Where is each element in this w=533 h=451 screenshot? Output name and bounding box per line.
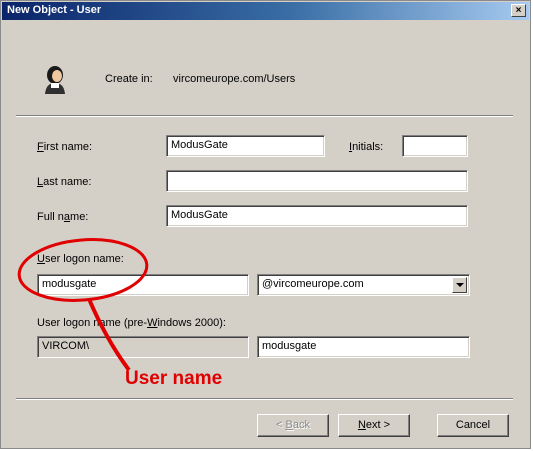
annotation-circle [17,238,149,372]
pre2000-logon-field[interactable]: modusgate [257,336,470,358]
initials-label: Initials: [349,141,383,153]
close-button[interactable]: × [511,4,526,17]
back-button-rest: ack [292,419,310,431]
initials-field[interactable] [402,135,468,157]
first-name-label-text: irst name: [43,141,93,153]
upn-suffix-value: @vircomeurope.com [262,278,364,290]
upn-suffix-dropdown[interactable]: @vircomeurope.com [257,274,470,296]
create-in-value: vircomeurope.com/Users [173,73,296,85]
first-name-label: First name: [37,141,92,153]
separator [16,115,513,117]
last-name-field[interactable] [166,170,468,192]
last-name-label: Last name: [37,176,91,188]
full-name-label-rest: me: [70,211,89,223]
create-in-label: Create in: [105,73,153,85]
title-bar: New Object - User × [2,2,529,20]
full-name-label: Full name: [37,211,88,223]
first-name-accel: F [37,141,44,153]
bottom-separator [16,398,513,400]
full-name-field[interactable]: ModusGate [166,205,468,227]
next-button[interactable]: Next > [338,414,410,437]
user-icon [45,66,65,94]
chevron-down-icon[interactable] [452,277,467,293]
cancel-button[interactable]: Cancel [437,414,509,437]
initials-label-text: nitials: [352,141,384,153]
back-button-pre: < [276,419,286,431]
new-object-user-dialog: New Object - User × Create in: vircomeur… [0,0,531,449]
next-button-accel: N [357,419,366,431]
first-name-field[interactable]: ModusGate [166,135,325,157]
back-button-accel: B [285,419,293,431]
full-name-label-pre: Full n [37,211,64,223]
annotation-label: User name [125,368,223,389]
last-name-label-text: ast name: [43,176,92,188]
back-button[interactable]: < Back [257,414,329,437]
next-button-rest: ext > [365,419,391,431]
window-title: New Object - User [7,4,102,16]
